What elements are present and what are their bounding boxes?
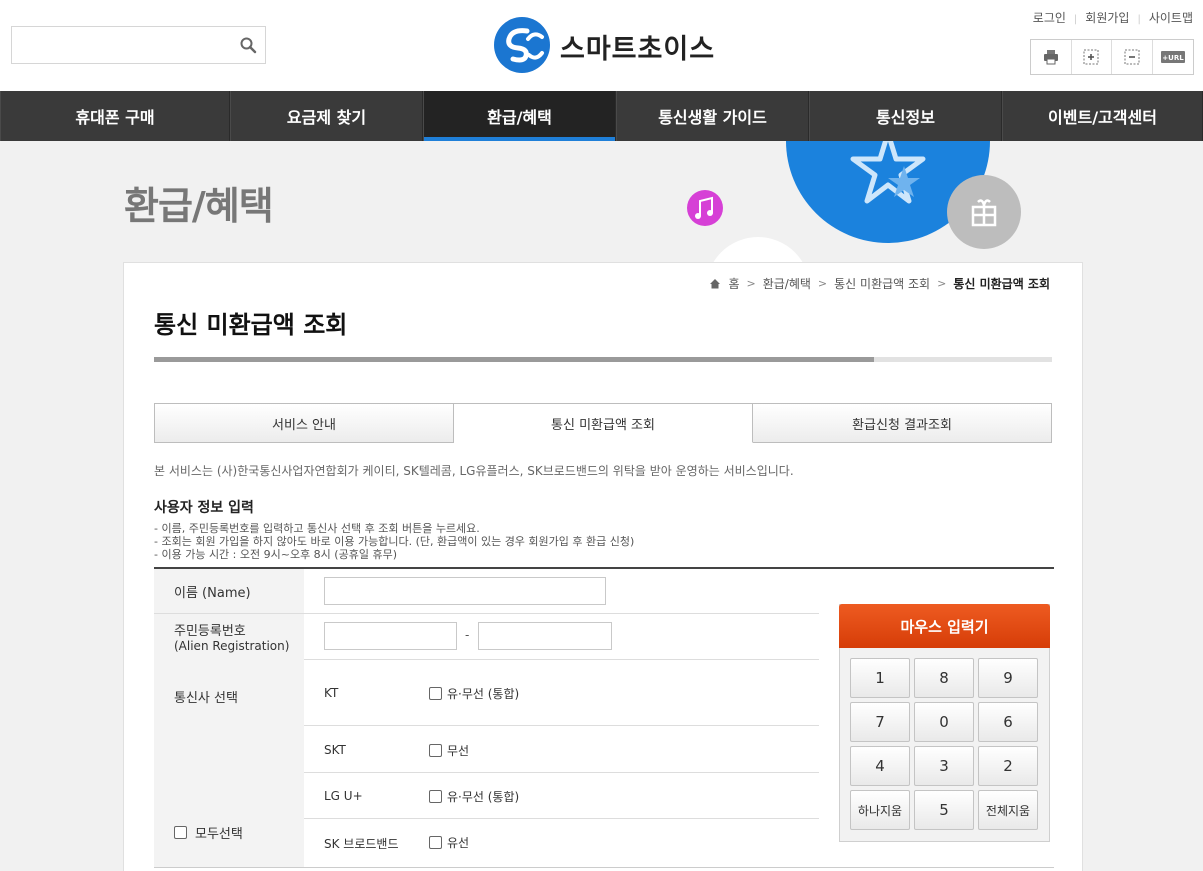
site-header: 스마트초이스 로그인 | 회원가입 | 사이트맵 +URL bbox=[0, 0, 1203, 91]
carrier-option-skb[interactable]: 유선 bbox=[429, 834, 469, 851]
rrn-label: 주민등록번호 (Alien Registration) bbox=[154, 614, 304, 659]
zoom-out-button[interactable] bbox=[1112, 40, 1153, 74]
key-button[interactable]: 8 bbox=[914, 658, 974, 698]
name-label: 이름 (Name) bbox=[154, 569, 304, 613]
carrier-label: 통신사 선택 bbox=[174, 691, 238, 706]
search-input[interactable] bbox=[12, 27, 232, 63]
url-copy-button[interactable]: +URL bbox=[1153, 40, 1193, 74]
delete-one-button[interactable]: 하나지움 bbox=[850, 790, 910, 830]
checkbox-icon[interactable] bbox=[174, 826, 187, 839]
tool-box: +URL bbox=[1030, 39, 1194, 75]
zoom-in-button[interactable] bbox=[1072, 40, 1112, 74]
logo-mark-icon bbox=[494, 17, 550, 73]
rrn-front-input[interactable] bbox=[324, 622, 457, 650]
nav-item-refund-benefit[interactable]: 환급/혜택 bbox=[423, 91, 616, 141]
zoom-out-icon bbox=[1124, 49, 1140, 65]
clear-all-button[interactable]: 전체지움 bbox=[978, 790, 1038, 830]
key-button[interactable]: 6 bbox=[978, 702, 1038, 742]
breadcrumb: 홈 > 환급/혜택 > 통신 미환급액 조회 > 통신 미환급액 조회 bbox=[709, 275, 1050, 292]
checkbox-icon[interactable] bbox=[429, 687, 442, 700]
guide-item: - 이용 가능 시간 : 오전 9시~오후 8시 (공휴일 휴무) bbox=[154, 548, 397, 561]
logo-text: 스마트초이스 bbox=[560, 34, 716, 65]
checkbox-icon[interactable] bbox=[429, 790, 442, 803]
carrier-header: 통신사 선택 모두선택 bbox=[154, 659, 304, 867]
key-button[interactable]: 3 bbox=[914, 746, 974, 786]
chevron-right-icon: > bbox=[937, 277, 947, 290]
carrier-name: SK 브로드밴드 bbox=[324, 837, 399, 851]
print-button[interactable] bbox=[1031, 40, 1072, 74]
chevron-right-icon: > bbox=[746, 277, 756, 290]
rrn-back-input[interactable] bbox=[478, 622, 612, 650]
breadcrumb-level2[interactable]: 통신 미환급액 조회 bbox=[834, 275, 930, 292]
site-logo[interactable]: 스마트초이스 bbox=[494, 17, 724, 73]
carrier-option-skt[interactable]: 무선 bbox=[429, 742, 469, 759]
rrn-dash: - bbox=[465, 628, 470, 642]
guide-list: - 이름, 주민등록번호를 입력하고 통신사 선택 후 조회 버튼을 누르세요.… bbox=[154, 522, 634, 561]
tab-service-info[interactable]: 서비스 안내 bbox=[154, 403, 454, 443]
breadcrumb-level1[interactable]: 환급/혜택 bbox=[763, 275, 811, 292]
key-button[interactable]: 0 bbox=[914, 702, 974, 742]
key-button[interactable]: 1 bbox=[850, 658, 910, 698]
page-title: 통신 미환급액 조회 bbox=[154, 311, 348, 339]
guide-item: - 조회는 회원 가입을 하지 않아도 바로 이용 가능합니다. (단, 환급액… bbox=[154, 535, 635, 548]
rrn-row: 주민등록번호 (Alien Registration) - bbox=[154, 614, 819, 660]
tab-refund-inquiry[interactable]: 통신 미환급액 조회 bbox=[454, 403, 753, 443]
key-button[interactable]: 7 bbox=[850, 702, 910, 742]
title-underline bbox=[154, 357, 1052, 362]
carrier-row-kt: KT 유·무선 (통합) bbox=[304, 659, 819, 726]
login-link[interactable]: 로그인 bbox=[1033, 11, 1066, 25]
sitemap-link[interactable]: 사이트맵 bbox=[1149, 11, 1193, 25]
key-button[interactable]: 9 bbox=[978, 658, 1038, 698]
zoom-in-icon bbox=[1083, 49, 1099, 65]
home-icon[interactable] bbox=[709, 278, 721, 289]
section-title: 사용자 정보 입력 bbox=[154, 500, 254, 516]
nav-item-event-support[interactable]: 이벤트/고객센터 bbox=[1002, 91, 1203, 141]
keypad-title: 마우스 입력기 bbox=[839, 604, 1050, 648]
content-panel: 홈 > 환급/혜택 > 통신 미환급액 조회 > 통신 미환급액 조회 통신 미… bbox=[123, 262, 1083, 871]
nav-item-plan-finder[interactable]: 요금제 찾기 bbox=[230, 91, 423, 141]
keypad-keys: 1 8 9 7 0 6 4 3 2 하나지움 5 전체지움 bbox=[850, 658, 1040, 830]
select-all-checkbox[interactable]: 모두선택 bbox=[174, 823, 243, 842]
name-input[interactable] bbox=[324, 577, 606, 605]
signup-link[interactable]: 회원가입 bbox=[1085, 11, 1129, 25]
guide-item: - 이름, 주민등록번호를 입력하고 통신사 선택 후 조회 버튼을 누르세요. bbox=[154, 522, 480, 535]
url-copy-label: +URL bbox=[1162, 54, 1184, 62]
form-bottom-border bbox=[154, 867, 1054, 868]
nav-item-telecom-guide[interactable]: 통신생활 가이드 bbox=[616, 91, 809, 141]
nav-item-phone-purchase[interactable]: 휴대폰 구매 bbox=[0, 91, 230, 141]
service-notice: 본 서비스는 (사)한국통신사업자연합회가 케이티, SK텔레콤, LG유플러스… bbox=[154, 464, 794, 478]
carrier-option-kt[interactable]: 유·무선 (통합) bbox=[429, 685, 519, 702]
key-button[interactable]: 4 bbox=[850, 746, 910, 786]
carrier-name: KT bbox=[324, 686, 339, 700]
checkbox-icon[interactable] bbox=[429, 744, 442, 757]
mouse-keypad: 마우스 입력기 1 8 9 7 0 6 4 3 2 하나지움 5 전체지움 bbox=[839, 604, 1050, 842]
nav-item-telecom-info[interactable]: 통신정보 bbox=[809, 91, 1002, 141]
carrier-row-skb: SK 브로드밴드 유선 bbox=[304, 819, 819, 867]
carrier-row-lgu: LG U+ 유·무선 (통합) bbox=[304, 773, 819, 819]
tab-refund-result[interactable]: 환급신청 결과조회 bbox=[753, 403, 1052, 443]
chevron-right-icon: > bbox=[817, 277, 828, 290]
carrier-row-skt: SKT 무선 bbox=[304, 726, 819, 773]
carrier-name: LG U+ bbox=[324, 789, 363, 803]
carrier-option-lgu[interactable]: 유·무선 (통합) bbox=[429, 788, 519, 805]
checkbox-icon[interactable] bbox=[429, 836, 442, 849]
main-nav: 휴대폰 구매 요금제 찾기 환급/혜택 통신생활 가이드 통신정보 이벤트/고객… bbox=[0, 91, 1203, 141]
carrier-name: SKT bbox=[324, 743, 346, 757]
tab-bar: 서비스 안내 통신 미환급액 조회 환급신청 결과조회 bbox=[154, 403, 1052, 443]
hero-title: 환급/혜택 bbox=[124, 184, 274, 228]
search-box bbox=[11, 26, 266, 64]
search-icon[interactable] bbox=[239, 36, 257, 54]
breadcrumb-current: 통신 미환급액 조회 bbox=[953, 277, 1050, 291]
key-button[interactable]: 5 bbox=[914, 790, 974, 830]
print-icon bbox=[1043, 50, 1058, 65]
utility-links: 로그인 | 회원가입 | 사이트맵 bbox=[1032, 11, 1193, 25]
hero-decoration bbox=[687, 141, 1021, 263]
breadcrumb-home[interactable]: 홈 bbox=[728, 275, 739, 292]
key-button[interactable]: 2 bbox=[978, 746, 1038, 786]
name-row: 이름 (Name) bbox=[154, 569, 819, 614]
url-copy-icon: +URL bbox=[1160, 51, 1185, 63]
